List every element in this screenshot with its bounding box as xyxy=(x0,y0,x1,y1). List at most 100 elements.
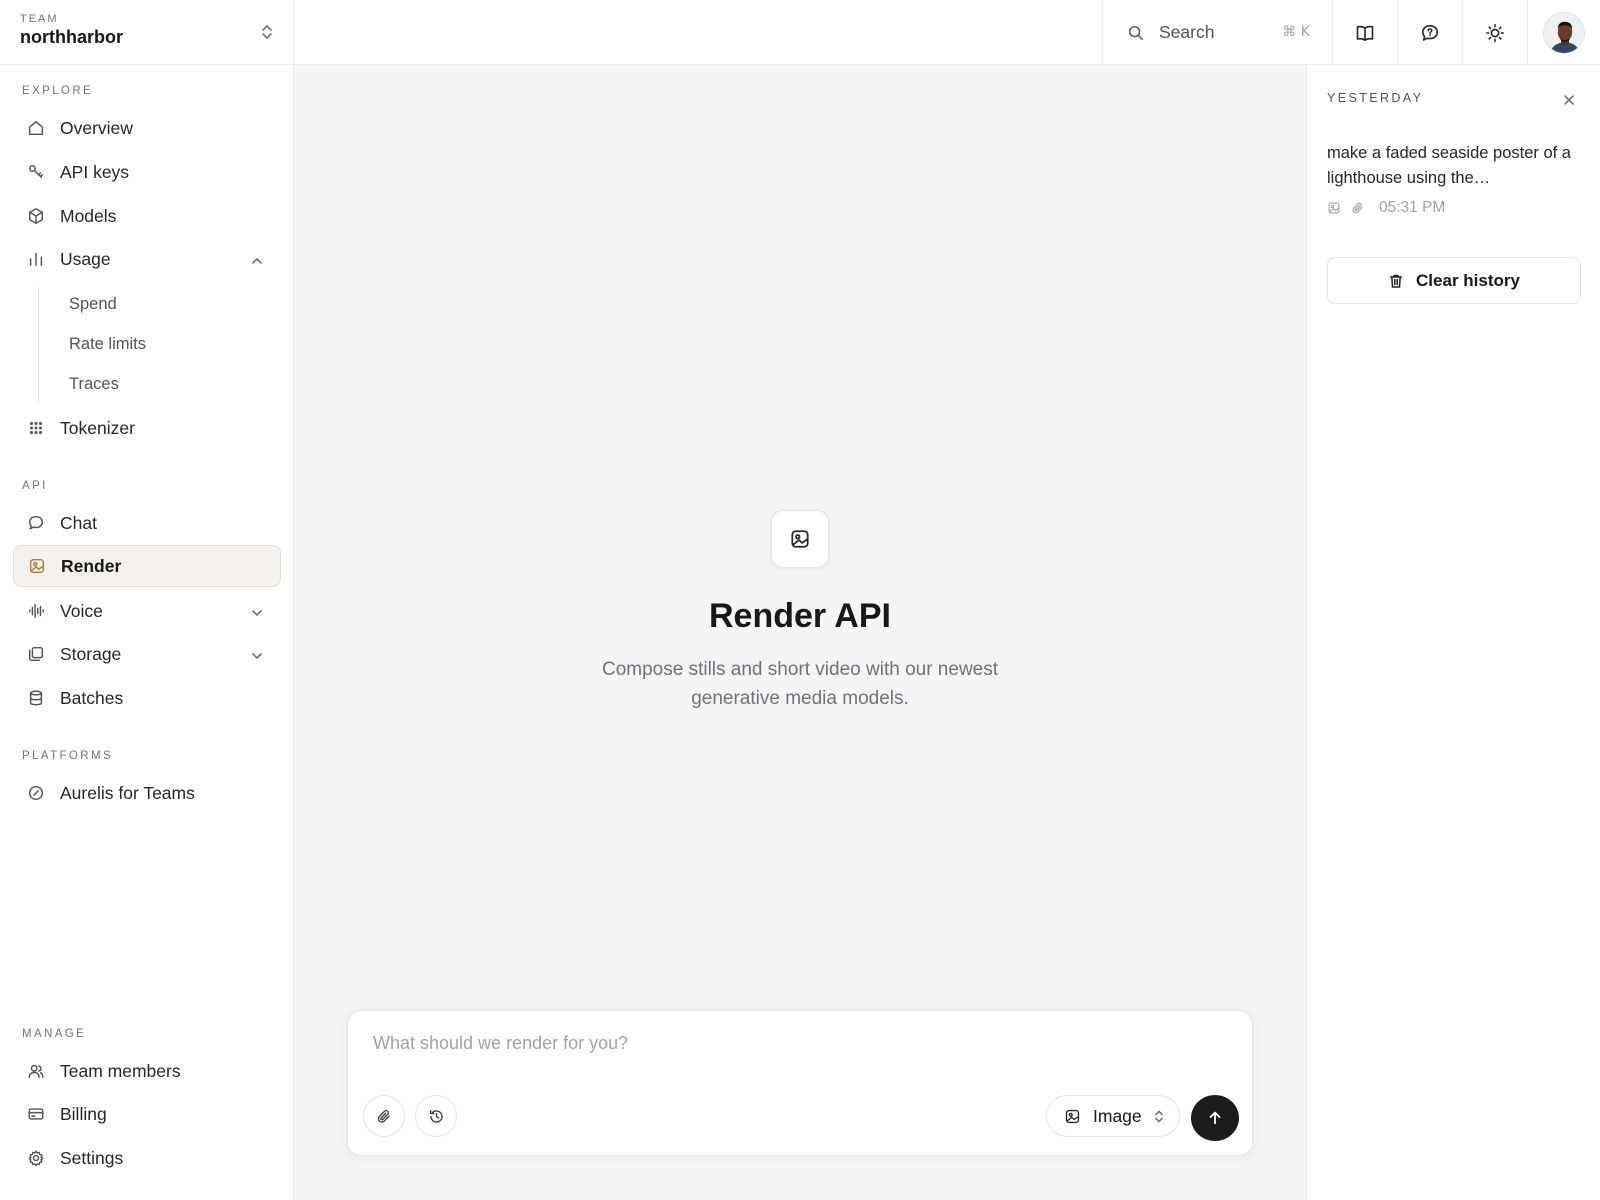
section-label-explore: EXPLORE xyxy=(22,85,94,97)
cube-icon xyxy=(26,206,46,226)
sidebar-item-batches[interactable]: Batches xyxy=(13,677,281,719)
close-icon xyxy=(1562,93,1576,107)
sidebar-item-label: Tokenizer xyxy=(60,417,135,438)
sidebar-item-tokenizer[interactable]: Tokenizer xyxy=(13,407,281,449)
attach-button[interactable] xyxy=(363,1095,405,1137)
history-item[interactable]: make a faded seaside poster of a lightho… xyxy=(1327,141,1583,217)
image-icon xyxy=(1064,1108,1081,1125)
sidebar-item-aurelis-teams[interactable]: Aurelis for Teams xyxy=(13,772,281,814)
sidebar-item-models[interactable]: Models xyxy=(13,195,281,237)
sun-icon xyxy=(1485,23,1505,43)
sidebar-item-label: Settings xyxy=(60,1147,124,1168)
waveform-icon xyxy=(26,601,46,621)
gear-icon xyxy=(26,1148,46,1168)
key-icon xyxy=(26,162,46,182)
sidebar-subitem-spend[interactable]: Spend xyxy=(56,287,280,321)
sidebar-item-team-members[interactable]: Team members xyxy=(13,1050,281,1092)
submenu-rail xyxy=(38,287,39,403)
trash-icon xyxy=(1388,273,1404,289)
sidebar-item-storage[interactable]: Storage xyxy=(13,633,281,675)
user-menu-button[interactable] xyxy=(1527,0,1600,65)
clear-history-label: Clear history xyxy=(1416,270,1520,290)
sidebar-subitem-traces[interactable]: Traces xyxy=(56,367,280,401)
main-content: Render API Compose stills and short vide… xyxy=(294,65,1306,1200)
users-icon xyxy=(26,1061,46,1081)
mode-select[interactable]: Image xyxy=(1046,1095,1180,1137)
section-label-api: API xyxy=(22,480,48,492)
database-icon xyxy=(26,688,46,708)
book-icon xyxy=(1355,23,1375,43)
history-button[interactable] xyxy=(415,1095,457,1137)
search-placeholder: Search xyxy=(1159,22,1215,42)
sidebar-item-label: Billing xyxy=(60,1103,107,1124)
close-history-button[interactable] xyxy=(1559,90,1579,110)
sidebar-item-label: Storage xyxy=(60,643,122,664)
history-panel: YESTERDAY make a faded seaside poster of… xyxy=(1306,65,1600,1200)
sidebar-subitem-rate-limits[interactable]: Rate limits xyxy=(56,327,280,361)
chevron-up-down-icon xyxy=(260,24,274,40)
avatar xyxy=(1543,11,1585,54)
sidebar-item-render[interactable]: Render xyxy=(13,545,281,587)
sidebar-item-voice[interactable]: Voice xyxy=(13,590,281,632)
clear-history-button[interactable]: Clear history xyxy=(1327,257,1581,304)
copy-stack-icon xyxy=(26,644,46,664)
help-chat-icon xyxy=(1420,23,1440,43)
chevron-up-icon xyxy=(247,251,267,271)
history-item-meta: 05:31 PM xyxy=(1327,199,1583,217)
send-button[interactable] xyxy=(1191,1095,1239,1141)
sidebar-item-api-keys[interactable]: API keys xyxy=(13,151,281,193)
paperclip-icon xyxy=(376,1108,393,1125)
search-box[interactable]: Search ⌘ K xyxy=(1102,0,1332,65)
chevron-down-icon xyxy=(247,646,267,666)
search-icon xyxy=(1127,24,1145,42)
history-item-time: 05:31 PM xyxy=(1379,199,1446,216)
sidebar-item-label: Batches xyxy=(60,687,124,708)
sidebar-item-label: Models xyxy=(60,205,117,226)
sidebar-item-label: Voice xyxy=(60,600,103,621)
sidebar-item-label: Aurelis for Teams xyxy=(60,782,195,803)
image-icon xyxy=(789,528,811,550)
sidebar-item-label: Render xyxy=(61,555,122,576)
search-shortcut: ⌘ K xyxy=(1282,24,1310,40)
sidebar-item-label: Usage xyxy=(60,248,111,269)
page-title: Render API xyxy=(708,597,891,635)
sidebar-item-label: Overview xyxy=(60,117,133,138)
prompt-input[interactable] xyxy=(373,1033,1223,1054)
team-name: northharbor xyxy=(20,27,123,47)
sidebar-item-label: Chat xyxy=(60,512,97,533)
sidebar-item-chat[interactable]: Chat xyxy=(13,502,281,544)
image-icon xyxy=(1327,201,1351,215)
paperclip-icon xyxy=(1351,201,1375,215)
top-bar: Search ⌘ K xyxy=(294,0,1600,65)
sidebar-item-label: API keys xyxy=(60,161,130,182)
credit-card-icon xyxy=(26,1104,46,1124)
history-group-label: YESTERDAY xyxy=(1327,91,1424,105)
home-icon xyxy=(26,118,46,138)
compass-icon xyxy=(26,783,46,803)
help-button[interactable] xyxy=(1397,0,1462,65)
section-label-manage: MANAGE xyxy=(22,1028,87,1040)
sidebar-item-overview[interactable]: Overview xyxy=(13,107,281,149)
sidebar: TEAM northharbor EXPLORE Overview API ke… xyxy=(0,0,294,1200)
grid-dots-icon xyxy=(26,418,46,438)
sidebar-item-usage[interactable]: Usage xyxy=(13,238,281,280)
bar-chart-icon xyxy=(26,249,46,269)
chevron-up-down-icon xyxy=(1153,1109,1165,1124)
chat-bubble-icon xyxy=(26,513,46,533)
team-label: TEAM xyxy=(20,13,59,25)
history-item-text: make a faded seaside poster of a lightho… xyxy=(1327,144,1571,187)
sidebar-item-label: Team members xyxy=(60,1060,181,1081)
sidebar-item-settings[interactable]: Settings xyxy=(13,1137,281,1179)
render-hero-badge xyxy=(771,510,829,568)
theme-toggle-button[interactable] xyxy=(1462,0,1527,65)
image-icon xyxy=(27,556,47,576)
mode-select-value: Image xyxy=(1093,1105,1142,1126)
arrow-up-icon xyxy=(1206,1109,1224,1127)
chevron-down-icon xyxy=(247,603,267,623)
prompt-composer: Image xyxy=(347,1010,1253,1156)
page-subtitle: Compose stills and short video with our … xyxy=(601,659,999,709)
history-clock-icon xyxy=(428,1108,445,1125)
sidebar-item-billing[interactable]: Billing xyxy=(13,1093,281,1135)
docs-button[interactable] xyxy=(1332,0,1397,65)
team-switcher[interactable]: TEAM northharbor xyxy=(0,0,294,65)
